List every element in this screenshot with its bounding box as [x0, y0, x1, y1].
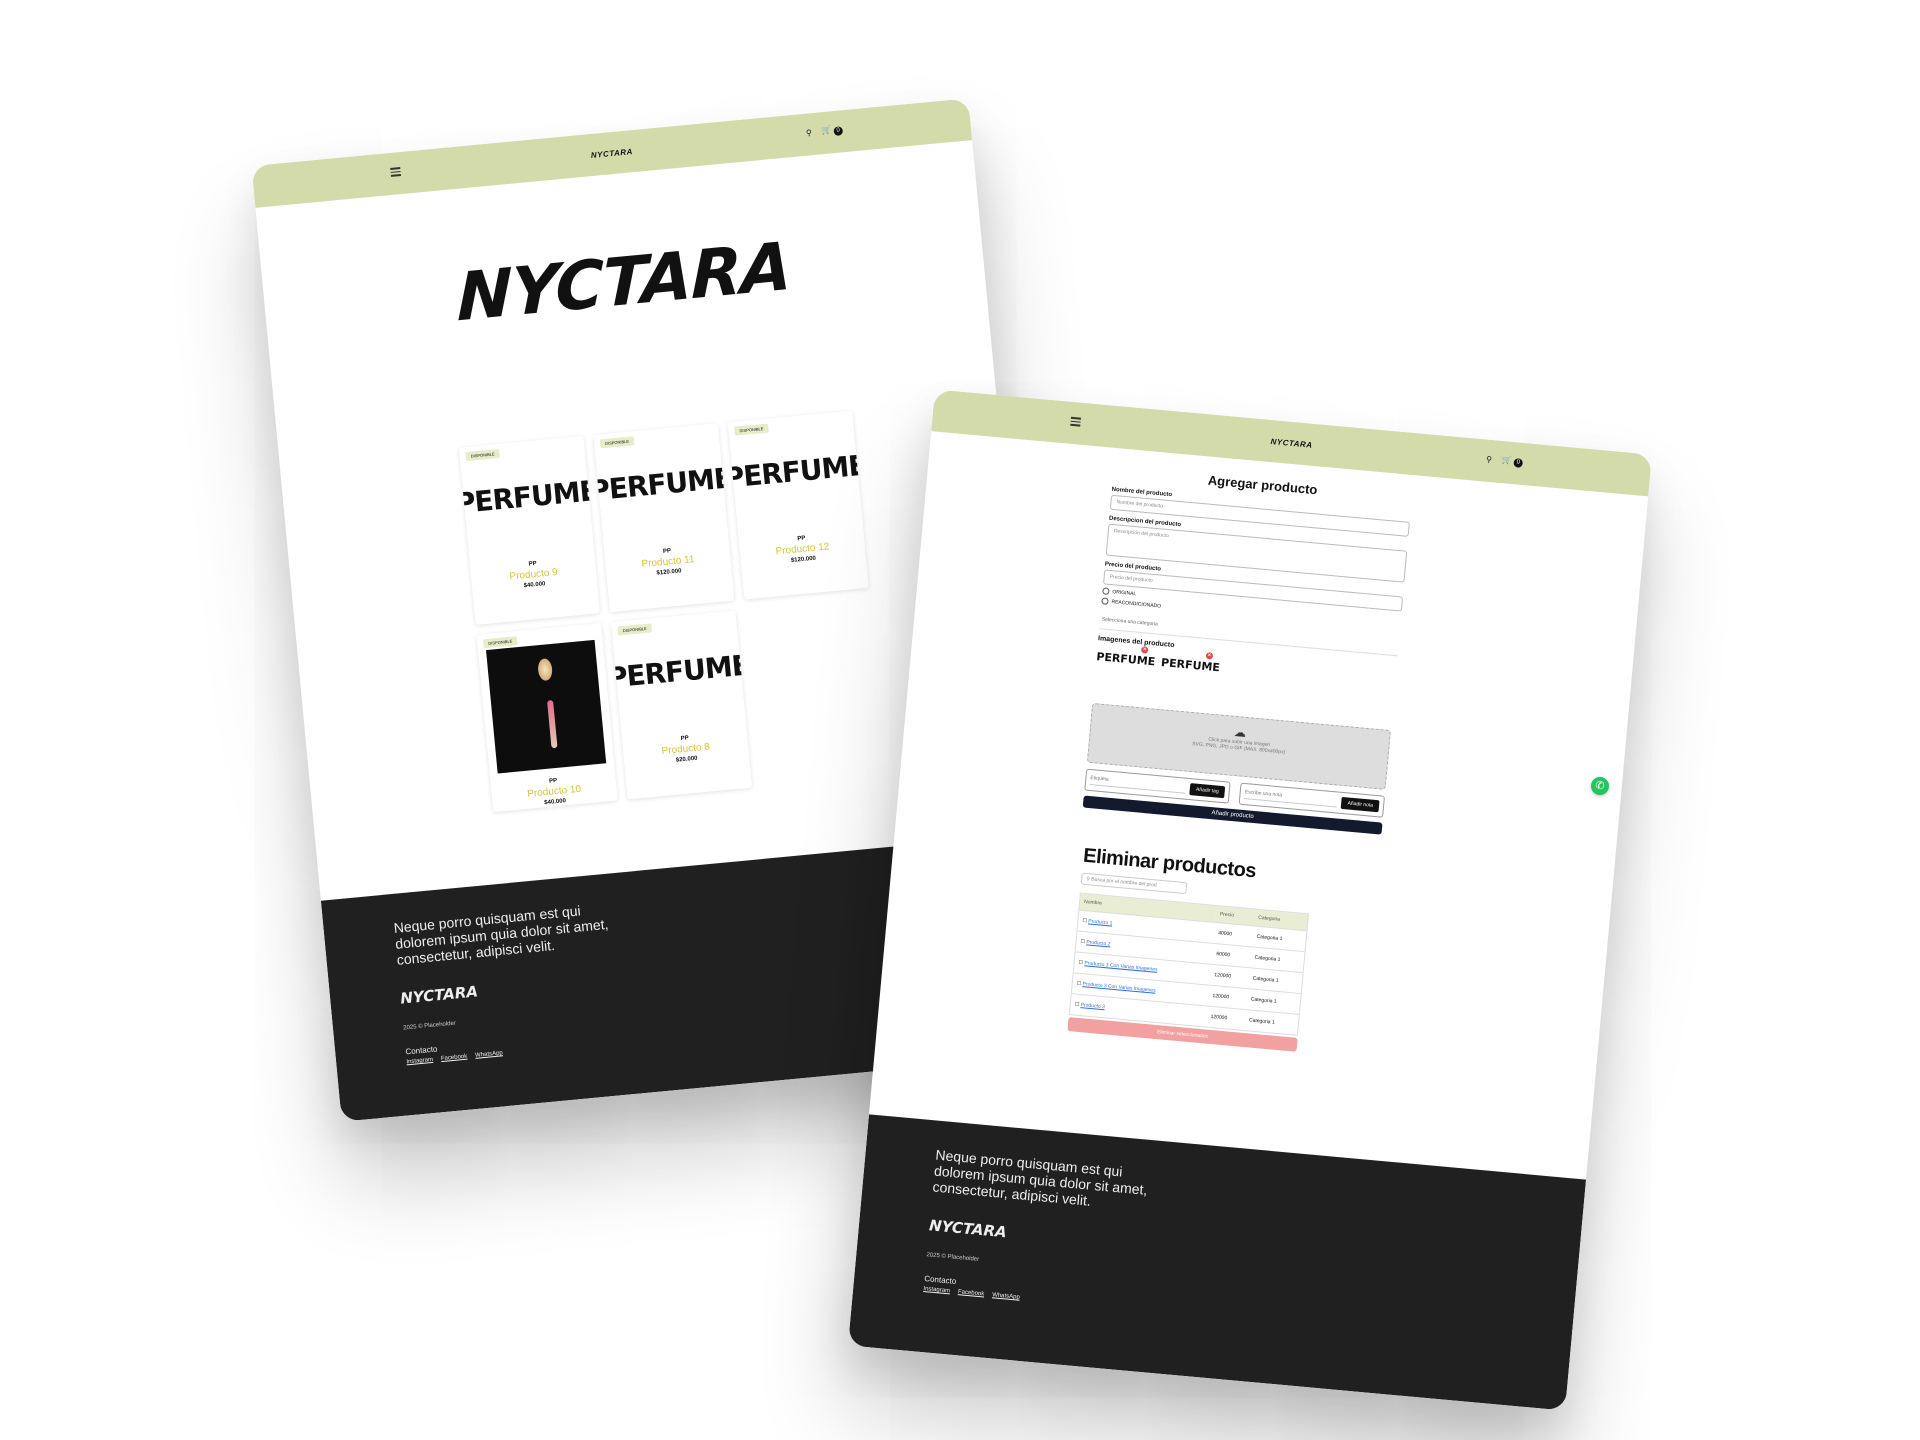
products-table: Nombre Precio Categoria ☐ Producto 1 400…	[1068, 892, 1310, 1036]
site-footer: Neque porro quisquam est qui dolorem ips…	[847, 1114, 1587, 1411]
product-link[interactable]: Producto 2	[1086, 939, 1111, 947]
nav-logo[interactable]: NYCTARA	[590, 147, 633, 160]
product-card[interactable]: DISPONIBLE PP Producto 10 $40.000	[476, 623, 618, 813]
product-card[interactable]: DISPONIBLE PERFUME PP Producto 12 $120.0…	[727, 410, 869, 600]
footer-link-instagram[interactable]: Instagram	[923, 1286, 950, 1294]
cart-icon[interactable]: 🛒 0	[1501, 455, 1524, 468]
add-tag-button[interactable]: Añadir tag	[1189, 783, 1226, 799]
image-thumb: PERFUME ×	[1161, 652, 1220, 674]
whatsapp-icon[interactable]: ✆	[1591, 777, 1609, 795]
product-link[interactable]: Producto 3 Con Varias Imagenes	[1082, 981, 1156, 994]
footer-link-facebook[interactable]: Facebook	[441, 1054, 468, 1062]
remove-image-icon[interactable]: ×	[1205, 652, 1214, 660]
product-search-input[interactable]: ⚲ Busca por el nombre del prod	[1080, 872, 1188, 895]
admin-screen: NYCTARA ⚲ 🛒 0 Agregar producto Nombre del…	[847, 389, 1653, 1411]
product-card[interactable]: DISPONIBLE PERFUME PP Producto 11 $120.0…	[593, 423, 735, 613]
product-grid: DISPONIBLE PERFUME PP Producto 9 $40.000…	[458, 410, 872, 813]
product-link[interactable]: Producto 1	[1088, 918, 1113, 926]
delete-products-section: Eliminar productos ⚲ Busca por el nombre…	[1067, 845, 1323, 1053]
add-note-button[interactable]: Añadir nota	[1341, 796, 1380, 813]
footer-logo: NYCTARA	[928, 1216, 1008, 1242]
footer-blurb: Neque porro quisquam est qui dolorem ips…	[393, 902, 610, 968]
row-category: Categoria 1	[1244, 1009, 1300, 1036]
moon-graphic	[537, 657, 554, 682]
search-icon[interactable]: ⚲	[1486, 455, 1493, 464]
product-card[interactable]: DISPONIBLE PERFUME PP Producto 9 $40.000	[458, 435, 601, 625]
hero-logo: NYCTARA	[456, 227, 792, 337]
product-link[interactable]: Producto 3 Con Varias Imagenes	[1084, 960, 1158, 973]
search-icon[interactable]: ⚲	[806, 128, 813, 138]
row-price: 120000	[1205, 1006, 1246, 1031]
product-card[interactable]: DISPONIBLE PERFUME PP Producto 8 $20.000	[610, 610, 753, 800]
product-image[interactable]	[486, 639, 607, 774]
cart-icon[interactable]: 🛒 0	[821, 124, 844, 137]
footer-link-whatsapp[interactable]: WhatsApp	[992, 1292, 1020, 1300]
image-thumb: PERFUME ×	[1096, 646, 1156, 668]
tag-input[interactable]: Etiqueta	[1089, 775, 1187, 794]
figure-graphic	[547, 699, 558, 749]
search-placeholder: Busca por el nombre del prod	[1090, 876, 1157, 889]
menu-icon[interactable]	[390, 167, 401, 178]
footer-blurb: Neque porro quisquam est qui dolorem ips…	[932, 1146, 1149, 1209]
menu-icon[interactable]	[1070, 416, 1082, 428]
cart-count-badge: 0	[1513, 458, 1524, 468]
remove-image-icon[interactable]: ×	[1140, 646, 1149, 654]
product-link[interactable]: Producto 3	[1080, 1002, 1105, 1010]
radio-original-label: ORIGINAL	[1112, 589, 1137, 598]
radio-reacondicionado-label: REACONDICIONADO	[1111, 599, 1162, 610]
footer-link-instagram[interactable]: Instagram	[406, 1057, 433, 1065]
note-input[interactable]: Escribe una nota	[1244, 789, 1339, 808]
footer-link-whatsapp[interactable]: WhatsApp	[475, 1050, 503, 1059]
footer-link-facebook[interactable]: Facebook	[958, 1289, 985, 1297]
add-product-form: Agregar producto Nombre del producto Nom…	[1082, 464, 1413, 835]
top-nav: NYCTARA ⚲ 🛒 0	[251, 98, 973, 208]
cart-count-badge: 0	[833, 126, 844, 137]
availability-badge: DISPONIBLE	[482, 636, 518, 649]
nav-logo[interactable]: NYCTARA	[1270, 437, 1313, 450]
